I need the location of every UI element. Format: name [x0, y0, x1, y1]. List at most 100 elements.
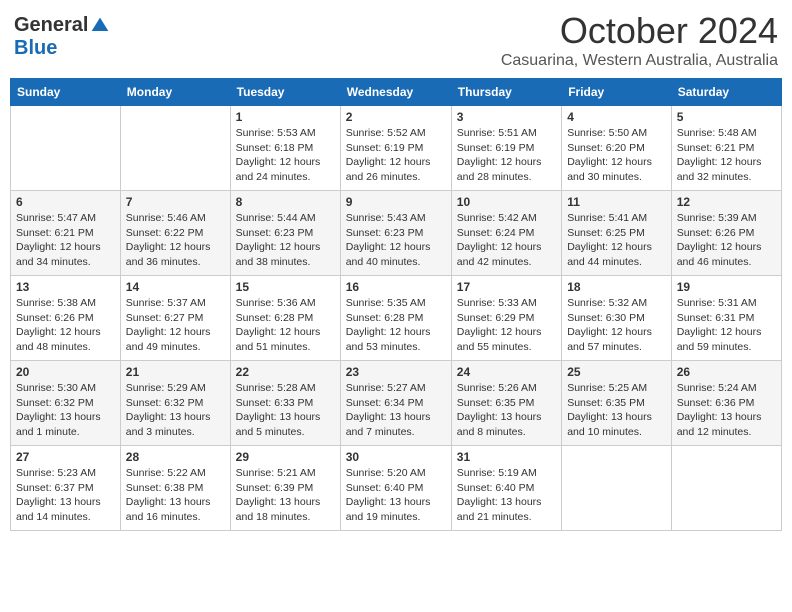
table-row: 19Sunrise: 5:31 AMSunset: 6:31 PMDayligh…: [671, 276, 781, 361]
day-info: Sunrise: 5:28 AMSunset: 6:33 PMDaylight:…: [236, 381, 335, 440]
day-info: Sunrise: 5:32 AMSunset: 6:30 PMDaylight:…: [567, 296, 666, 355]
day-info: Sunrise: 5:20 AMSunset: 6:40 PMDaylight:…: [346, 466, 446, 525]
table-row: 13 Sunrise: 5:38 AMSunset: 6:26 PMDayligh…: [11, 276, 121, 361]
calendar-table: Sunday Monday Tuesday Wednesday Thursday…: [10, 78, 782, 531]
table-row: 11Sunrise: 5:41 AMSunset: 6:25 PMDayligh…: [562, 191, 672, 276]
table-row: 24 Sunrise: 5:26 AMSunset: 6:35 PMDayligh…: [451, 361, 561, 446]
day-info: Sunrise: 5:27 AMSunset: 6:34 PMDaylight:…: [346, 381, 446, 440]
table-row: 10 Sunrise: 5:42 AMSunset: 6:24 PMDayligh…: [451, 191, 561, 276]
day-info: Sunrise: 5:30 AMSunset: 6:32 PMDaylight:…: [16, 381, 115, 440]
header-thursday: Thursday: [451, 79, 561, 106]
table-row: [562, 446, 672, 531]
title-section: October 2024 Casuarina, Western Australi…: [501, 10, 778, 70]
table-row: 27 Sunrise: 5:23 AMSunset: 6:37 PMDayligh…: [11, 446, 121, 531]
day-number: 10: [457, 195, 556, 209]
day-info: Sunrise: 5:51 AMSunset: 6:19 PMDaylight:…: [457, 126, 556, 185]
table-row: 12Sunrise: 5:39 AMSunset: 6:26 PMDayligh…: [671, 191, 781, 276]
day-info: Sunrise: 5:43 AMSunset: 6:23 PMDaylight:…: [346, 211, 446, 270]
day-number: 9: [346, 195, 446, 209]
day-info: Sunrise: 5:41 AMSunset: 6:25 PMDaylight:…: [567, 211, 666, 270]
day-info: Sunrise: 5:25 AMSunset: 6:35 PMDaylight:…: [567, 381, 666, 440]
day-number: 27: [16, 450, 115, 464]
header-saturday: Saturday: [671, 79, 781, 106]
day-number: 3: [457, 110, 556, 124]
page-header: General Blue October 2024 Casuarina, Wes…: [10, 10, 782, 70]
table-row: 5Sunrise: 5:48 AMSunset: 6:21 PMDaylight…: [671, 106, 781, 191]
table-row: 21 Sunrise: 5:29 AMSunset: 6:32 PMDayligh…: [120, 361, 230, 446]
day-number: 29: [236, 450, 335, 464]
day-info: Sunrise: 5:23 AMSunset: 6:37 PMDaylight:…: [16, 466, 115, 525]
day-info: Sunrise: 5:36 AMSunset: 6:28 PMDaylight:…: [236, 296, 335, 355]
month-title: October 2024: [501, 10, 778, 52]
day-number: 18: [567, 280, 666, 294]
day-info: Sunrise: 5:35 AMSunset: 6:28 PMDaylight:…: [346, 296, 446, 355]
day-info: Sunrise: 5:53 AMSunset: 6:18 PMDaylight:…: [236, 126, 335, 185]
day-number: 31: [457, 450, 556, 464]
day-number: 19: [677, 280, 776, 294]
calendar-header-row: Sunday Monday Tuesday Wednesday Thursday…: [11, 79, 782, 106]
table-row: 7Sunrise: 5:46 AMSunset: 6:22 PMDaylight…: [120, 191, 230, 276]
logo-icon: [90, 16, 110, 36]
day-info: Sunrise: 5:50 AMSunset: 6:20 PMDaylight:…: [567, 126, 666, 185]
table-row: [120, 106, 230, 191]
table-row: 20 Sunrise: 5:30 AMSunset: 6:32 PMDayligh…: [11, 361, 121, 446]
day-info: Sunrise: 5:39 AMSunset: 6:26 PMDaylight:…: [677, 211, 776, 270]
calendar-week-row: 1 Sunrise: 5:53 AMSunset: 6:18 PMDaylight…: [11, 106, 782, 191]
table-row: [671, 446, 781, 531]
day-info: Sunrise: 5:42 AMSunset: 6:24 PMDaylight:…: [457, 211, 556, 270]
day-info: Sunrise: 5:24 AMSunset: 6:36 PMDaylight:…: [677, 381, 776, 440]
day-info: Sunrise: 5:38 AMSunset: 6:26 PMDaylight:…: [16, 296, 115, 355]
day-info: Sunrise: 5:21 AMSunset: 6:39 PMDaylight:…: [236, 466, 335, 525]
day-info: Sunrise: 5:29 AMSunset: 6:32 PMDaylight:…: [126, 381, 225, 440]
day-number: 26: [677, 365, 776, 379]
table-row: 4 Sunrise: 5:50 AMSunset: 6:20 PMDaylight…: [562, 106, 672, 191]
day-info: Sunrise: 5:22 AMSunset: 6:38 PMDaylight:…: [126, 466, 225, 525]
table-row: 18 Sunrise: 5:32 AMSunset: 6:30 PMDayligh…: [562, 276, 672, 361]
day-info: Sunrise: 5:26 AMSunset: 6:35 PMDaylight:…: [457, 381, 556, 440]
header-sunday: Sunday: [11, 79, 121, 106]
day-number: 4: [567, 110, 666, 124]
day-number: 8: [236, 195, 335, 209]
day-number: 28: [126, 450, 225, 464]
table-row: 29 Sunrise: 5:21 AMSunset: 6:39 PMDayligh…: [230, 446, 340, 531]
table-row: 6 Sunrise: 5:47 AMSunset: 6:21 PMDaylight…: [11, 191, 121, 276]
day-number: 17: [457, 280, 556, 294]
day-number: 1: [236, 110, 335, 124]
header-monday: Monday: [120, 79, 230, 106]
day-number: 21: [126, 365, 225, 379]
day-number: 23: [346, 365, 446, 379]
day-info: Sunrise: 5:47 AMSunset: 6:21 PMDaylight:…: [16, 211, 115, 270]
table-row: 1 Sunrise: 5:53 AMSunset: 6:18 PMDaylight…: [230, 106, 340, 191]
calendar-week-row: 6 Sunrise: 5:47 AMSunset: 6:21 PMDaylight…: [11, 191, 782, 276]
table-row: 30 Sunrise: 5:20 AMSunset: 6:40 PMDayligh…: [340, 446, 451, 531]
day-number: 25: [567, 365, 666, 379]
day-number: 20: [16, 365, 115, 379]
table-row: 31 Sunrise: 5:19 AMSunset: 6:40 PMDayligh…: [451, 446, 561, 531]
day-number: 5: [677, 110, 776, 124]
table-row: 3 Sunrise: 5:51 AMSunset: 6:19 PMDaylight…: [451, 106, 561, 191]
table-row: 2 Sunrise: 5:52 AMSunset: 6:19 PMDaylight…: [340, 106, 451, 191]
calendar-week-row: 13 Sunrise: 5:38 AMSunset: 6:26 PMDayligh…: [11, 276, 782, 361]
day-number: 6: [16, 195, 115, 209]
day-number: 14: [126, 280, 225, 294]
day-info: Sunrise: 5:44 AMSunset: 6:23 PMDaylight:…: [236, 211, 335, 270]
day-number: 30: [346, 450, 446, 464]
day-number: 2: [346, 110, 446, 124]
logo-blue: Blue: [14, 37, 57, 60]
table-row: 26 Sunrise: 5:24 AMSunset: 6:36 PMDayligh…: [671, 361, 781, 446]
table-row: 16 Sunrise: 5:35 AMSunset: 6:28 PMDayligh…: [340, 276, 451, 361]
day-info: Sunrise: 5:19 AMSunset: 6:40 PMDaylight:…: [457, 466, 556, 525]
day-number: 16: [346, 280, 446, 294]
table-row: 28 Sunrise: 5:22 AMSunset: 6:38 PMDayligh…: [120, 446, 230, 531]
day-number: 13: [16, 280, 115, 294]
day-info: Sunrise: 5:52 AMSunset: 6:19 PMDaylight:…: [346, 126, 446, 185]
day-number: 24: [457, 365, 556, 379]
header-friday: Friday: [562, 79, 672, 106]
logo: General Blue: [14, 14, 110, 60]
table-row: 14 Sunrise: 5:37 AMSunset: 6:27 PMDayligh…: [120, 276, 230, 361]
day-info: Sunrise: 5:37 AMSunset: 6:27 PMDaylight:…: [126, 296, 225, 355]
table-row: 25 Sunrise: 5:25 AMSunset: 6:35 PMDayligh…: [562, 361, 672, 446]
location-subtitle: Casuarina, Western Australia, Australia: [501, 52, 778, 70]
day-number: 7: [126, 195, 225, 209]
header-tuesday: Tuesday: [230, 79, 340, 106]
